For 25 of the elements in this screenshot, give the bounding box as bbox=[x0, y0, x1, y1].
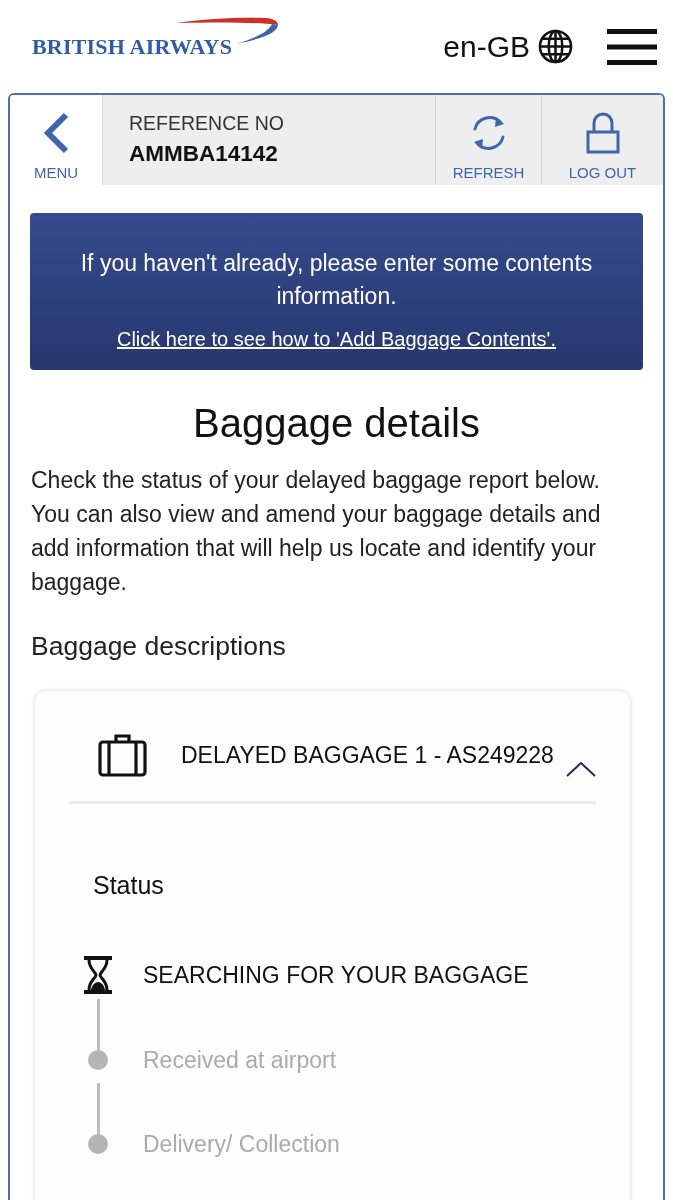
baggage-accordion-header[interactable]: DELAYED BAGGAGE 1 - AS249228 bbox=[69, 733, 596, 804]
timeline-connector bbox=[96, 1083, 100, 1136]
chevron-left-icon bbox=[42, 112, 70, 154]
logo-wordmark: BRITISH AIRWAYS bbox=[32, 34, 233, 59]
menu-button[interactable] bbox=[607, 28, 657, 65]
help-link[interactable]: Click here to see how to 'Add Baggage Contents'. bbox=[117, 326, 556, 352]
status-heading: Status bbox=[93, 871, 165, 899]
back-menu-button[interactable]: MENU bbox=[10, 95, 103, 185]
refresh-button[interactable]: REFRESH bbox=[435, 95, 541, 185]
status-step-label: SEARCHING FOR YOUR BAGGAGE bbox=[143, 961, 530, 989]
notice-message: If you haven't already, please enter some contents information. bbox=[79, 249, 594, 311]
menu-icon bbox=[607, 28, 657, 65]
section-heading: Baggage descriptions bbox=[31, 631, 287, 661]
reference-number: AMMBA14142 bbox=[129, 140, 279, 167]
reference-label: REFERENCE NO bbox=[129, 111, 285, 135]
status-step-label: Delivery/ Collection bbox=[143, 1130, 341, 1158]
suitcase-icon bbox=[98, 733, 147, 777]
globe-icon bbox=[538, 29, 573, 64]
page-title: Baggage details bbox=[192, 401, 481, 445]
log-out-button[interactable]: LOG OUT bbox=[541, 95, 663, 185]
intro-paragraph: Check the status of your delayed baggage report below. You can also view and amend your baggage details and add information that will help us locate and identify your baggage. bbox=[31, 466, 602, 597]
status-step-label: Received at airport bbox=[143, 1046, 338, 1074]
padlock-icon bbox=[585, 112, 620, 154]
language-selector[interactable]: en-GB bbox=[443, 29, 573, 64]
timeline-connector bbox=[96, 999, 100, 1052]
